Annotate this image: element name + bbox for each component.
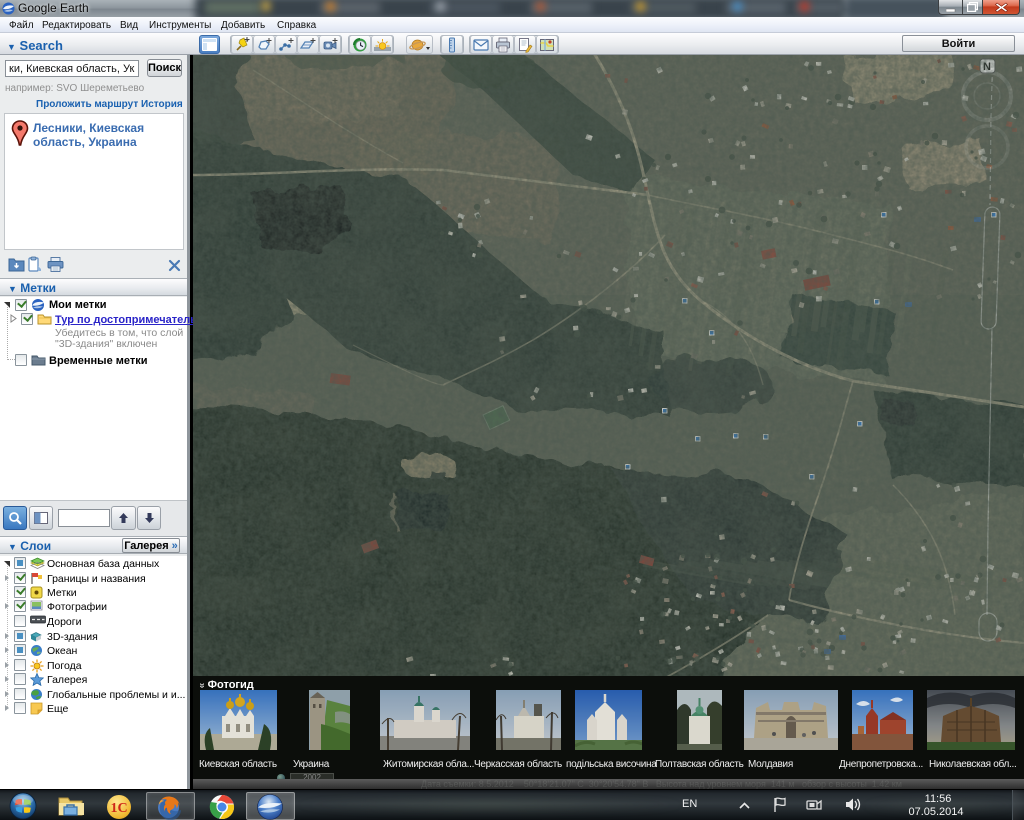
svg-text:1С: 1С [110,801,127,816]
